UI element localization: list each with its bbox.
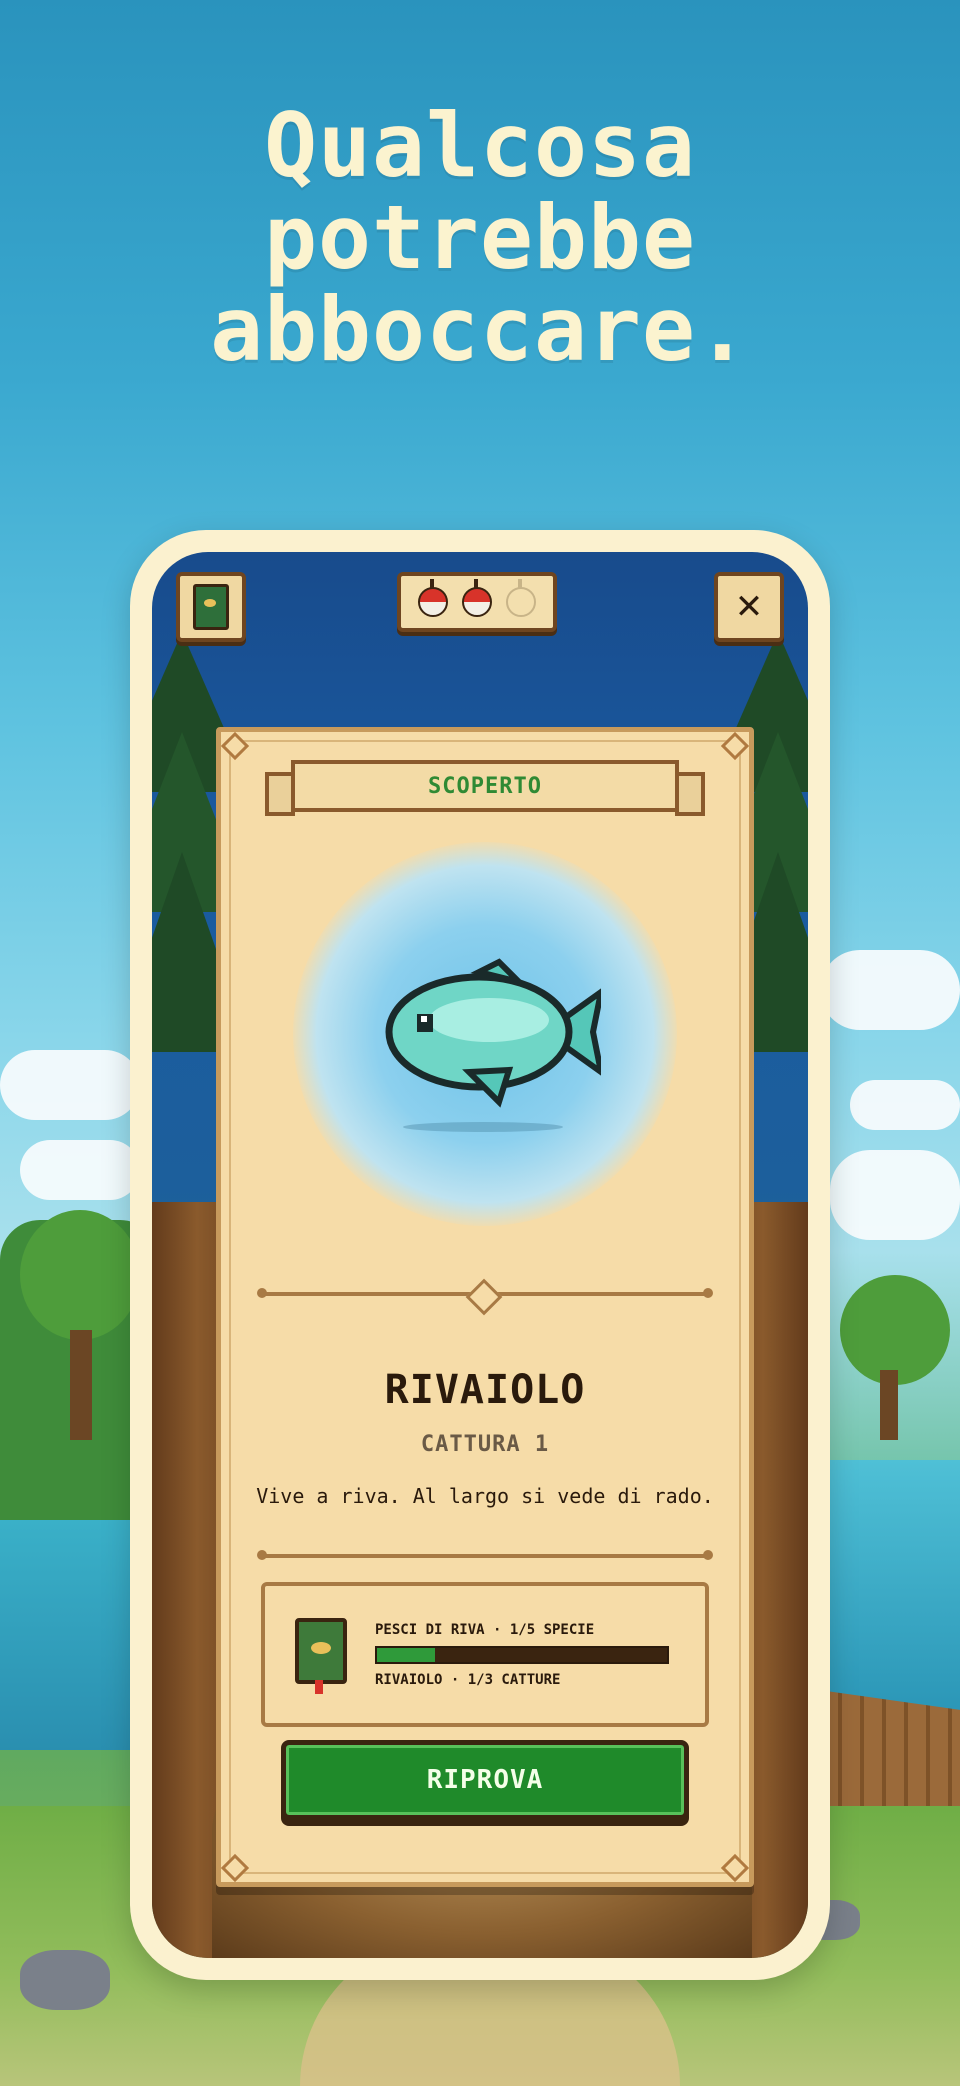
headline: Qualcosa potrebbe abboccare. (0, 100, 960, 376)
headline-line: abboccare. (210, 278, 750, 381)
cloud (850, 1080, 960, 1130)
cloud (20, 1140, 140, 1200)
fish-shadow (403, 1122, 563, 1132)
fish-name: RIVAIOLO (384, 1367, 586, 1413)
tree (840, 1275, 950, 1385)
tree-trunk (880, 1370, 898, 1440)
journal-book-icon (295, 1618, 347, 1694)
ribbon-label: SCOPERTO (428, 773, 542, 799)
capture-count: CATTURA 1 (420, 1432, 550, 1457)
close-button[interactable]: ✕ (714, 572, 784, 642)
fish-halo (293, 842, 677, 1226)
lake (820, 1460, 960, 1720)
bobber-icon (418, 579, 448, 617)
catch-progress-label: RIVAIOLO · 1/3 CATTURE (375, 1672, 561, 1688)
bait-indicator (397, 572, 557, 632)
cloud (0, 1050, 140, 1120)
discovered-ribbon: SCOPERTO (265, 760, 705, 816)
divider-dot (257, 1288, 267, 1298)
card-corner (220, 1853, 250, 1883)
fish-icon (385, 958, 601, 1108)
divider (257, 1550, 713, 1560)
card-corner (720, 731, 750, 761)
headline-line: potrebbe (264, 186, 696, 289)
bobber-empty-icon (506, 579, 536, 617)
species-progress-label: PESCI DI RIVA · 1/5 SPECIE (375, 1622, 595, 1638)
divider-dot (257, 1550, 267, 1560)
cloud (830, 1150, 960, 1240)
bobber-icon (462, 579, 492, 617)
retry-button[interactable]: RIPROVA (281, 1740, 689, 1820)
headline-line: Qualcosa (264, 94, 696, 197)
journal-book-icon (193, 584, 229, 630)
journal-button[interactable] (176, 572, 246, 642)
divider-dot (703, 1550, 713, 1560)
game-screen: ✕ SCOPERTO RIVAIOLO CATTURA 1 Vive a riv… (152, 552, 808, 1958)
fish-description: Vive a riva. Al largo si vede di rado. (256, 1484, 714, 1508)
discovery-card: SCOPERTO RIVAIOLO CATTURA 1 Vive a riva.… (216, 727, 754, 1887)
progress-bar (375, 1646, 669, 1664)
divider-gem (465, 1278, 503, 1316)
rock (20, 1950, 110, 2010)
progress-bar-fill (377, 1648, 435, 1662)
card-corner (720, 1853, 750, 1883)
divider (257, 1278, 713, 1316)
card-corner (220, 731, 250, 761)
bookmark (315, 1680, 323, 1694)
tree-trunk (70, 1330, 92, 1440)
retry-label: RIPROVA (426, 1765, 544, 1795)
phone-frame: ✕ SCOPERTO RIVAIOLO CATTURA 1 Vive a riv… (130, 530, 830, 1980)
divider-dot (703, 1288, 713, 1298)
tree (20, 1210, 140, 1340)
collection-progress: PESCI DI RIVA · 1/5 SPECIE RIVAIOLO · 1/… (261, 1582, 709, 1727)
cloud (820, 950, 960, 1030)
close-icon: ✕ (734, 587, 764, 627)
